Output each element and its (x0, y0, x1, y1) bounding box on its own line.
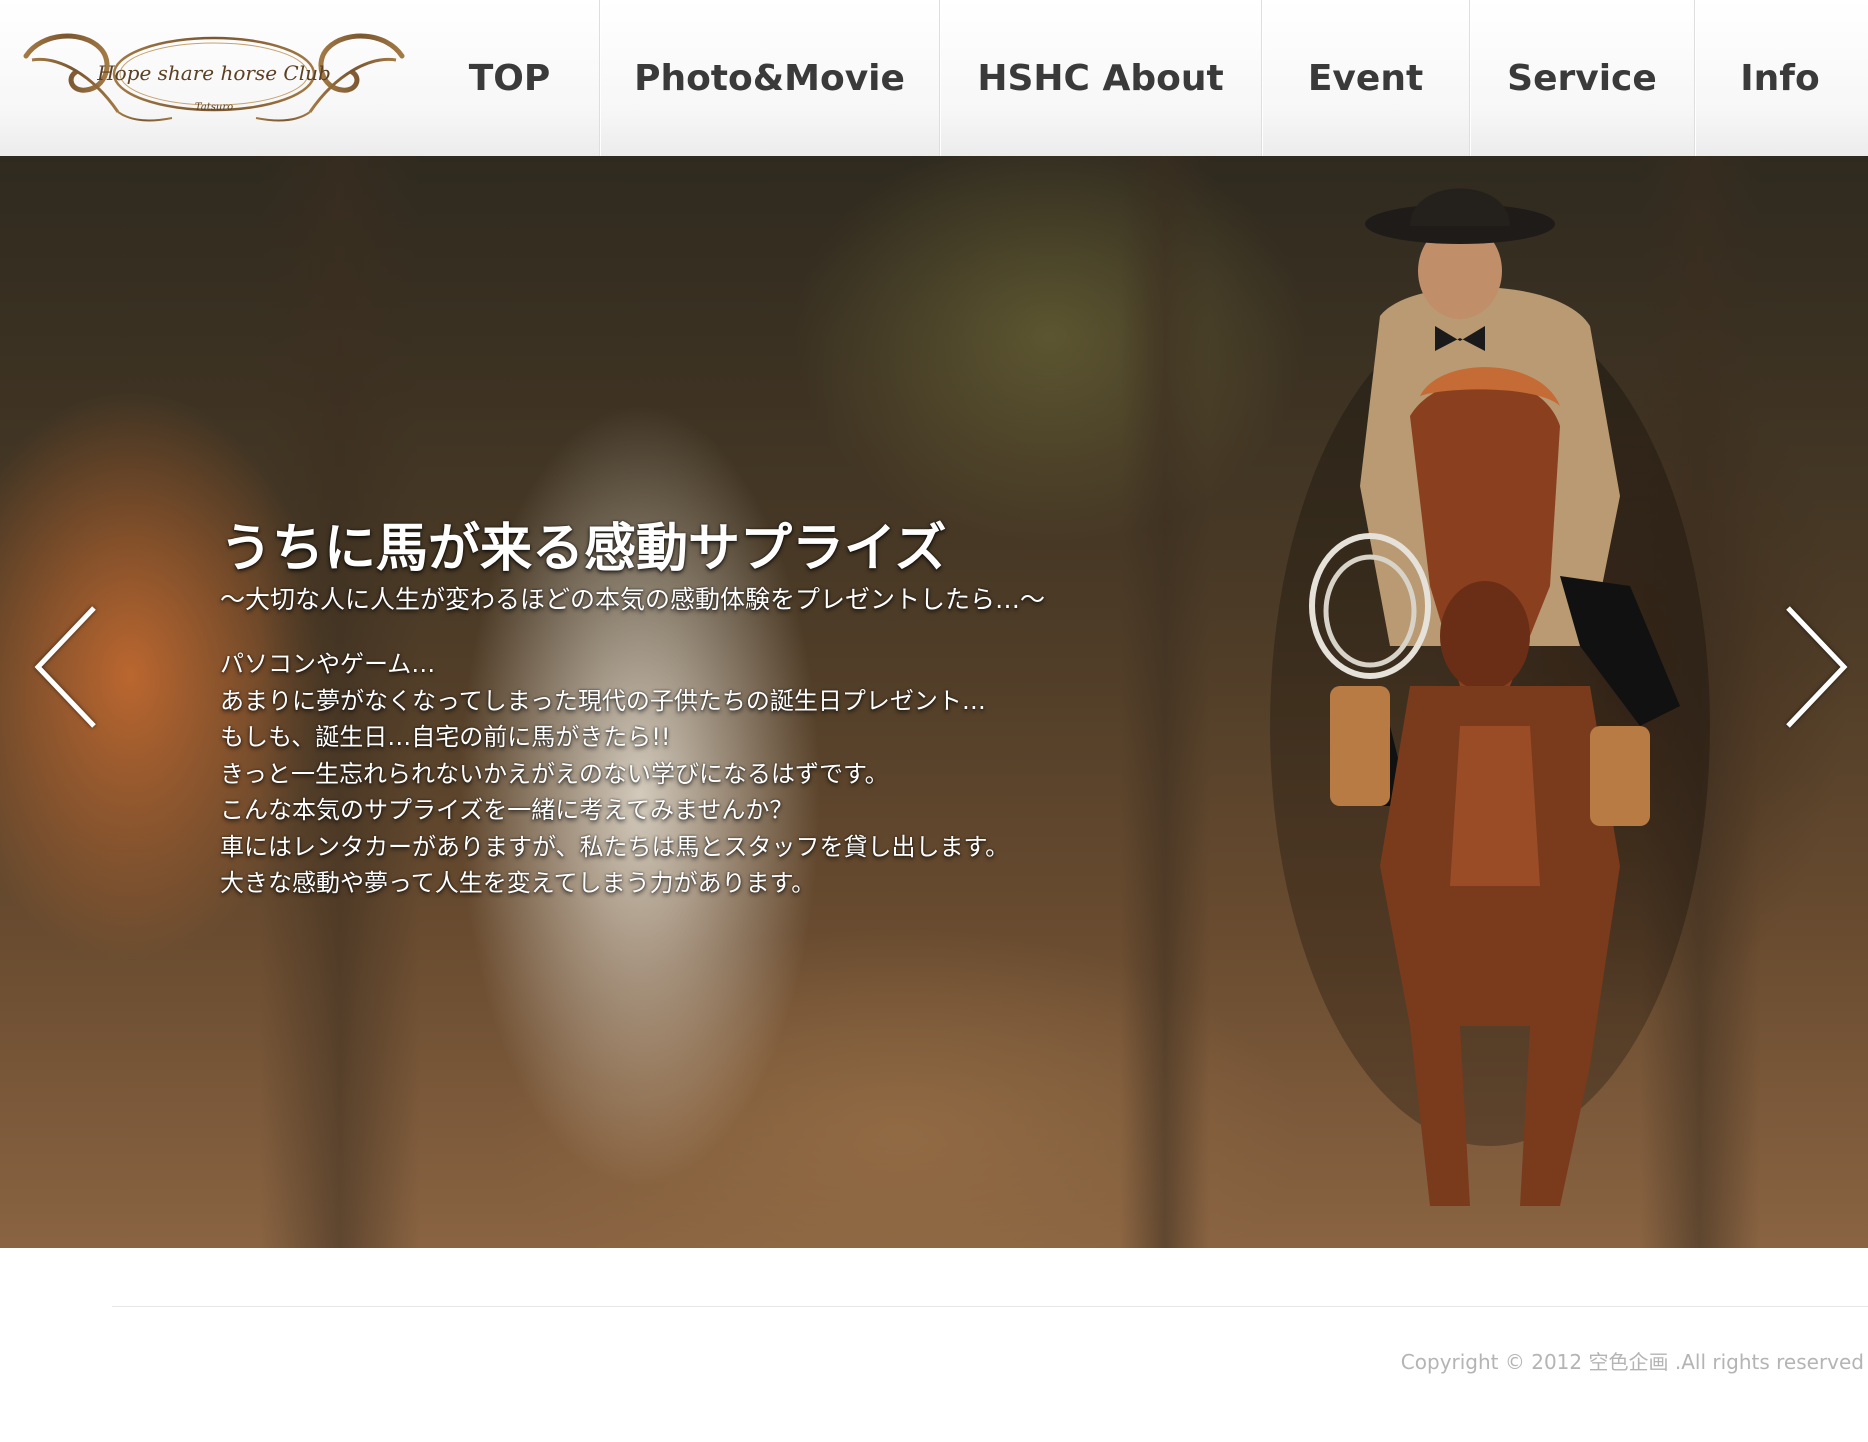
hope-share-horse-club-logo[interactable]: Hope share horse Club Tatsuro (22, 26, 406, 126)
hero-body-line: あまりに夢がなくなってしまった現代の子供たちの誕生日プレゼント… (220, 686, 986, 715)
slider-prev-button[interactable] (28, 602, 108, 732)
rider-on-horse-photo (1260, 166, 1720, 1236)
nav-service[interactable]: Service (1470, 0, 1695, 156)
hero-body-line: 大きな感動や夢って人生を変えてしまう力があります。 (220, 869, 816, 897)
hero-body-line: パソコンやゲーム… (220, 650, 436, 678)
hero-body-line: きっと一生忘れられないかえがえのない学びになるはずです。 (220, 759, 889, 788)
slider-next-button[interactable] (1774, 602, 1854, 732)
hero-subtitle: ～大切な人に人生が変わるほどの本気の感動体験をプレゼントしたら…～ (220, 585, 1046, 614)
nav-top[interactable]: TOP (420, 0, 600, 156)
nav-photo-movie[interactable]: Photo&Movie (600, 0, 940, 156)
copyright-text: Copyright © 2012 空色企画 .All rights reserv… (1400, 1350, 1864, 1374)
logo-subtext: Tatsuro (195, 102, 233, 113)
nav-hshc-about[interactable]: HSHC About (940, 0, 1262, 156)
hero-body: パソコンやゲーム… あまりに夢がなくなってしまった現代の子供たちの誕生日プレゼン… (220, 646, 1220, 902)
hero-body-line: こんな本気のサプライズを一緒に考えてみませんか？ (220, 796, 794, 824)
footer-divider (112, 1306, 1868, 1307)
rider-on-horse-image (1270, 188, 1710, 1206)
chevron-left-icon (34, 606, 96, 728)
hero-body-line: もしも、誕生日…自宅の前に馬がきたら!! (220, 723, 671, 751)
hero-caption: うちに馬が来る感動サプライズ ～大切な人に人生が変わるほどの本気の感動体験をプレ… (220, 516, 1220, 902)
logo-icon: Hope share horse Club Tatsuro (23, 33, 405, 122)
hero-title: うちに馬が来る感動サプライズ (220, 519, 947, 579)
chevron-right-icon (1786, 606, 1848, 728)
hero-body-line: 車にはレンタカーがありますが、私たちは馬とスタッフを貸し出します。 (220, 832, 1010, 861)
logo-text: Hope share horse Club (96, 61, 331, 85)
hero-slider: うちに馬が来る感動サプライズ ～大切な人に人生が変わるほどの本気の感動体験をプレ… (0, 156, 1868, 1248)
main-nav: TOP Photo&Movie HSHC About Event Service… (420, 0, 1865, 156)
site-header: Hope share horse Club Tatsuro TOP Photo&… (0, 0, 1868, 157)
nav-event[interactable]: Event (1262, 0, 1470, 156)
nav-info[interactable]: Info (1695, 0, 1865, 156)
